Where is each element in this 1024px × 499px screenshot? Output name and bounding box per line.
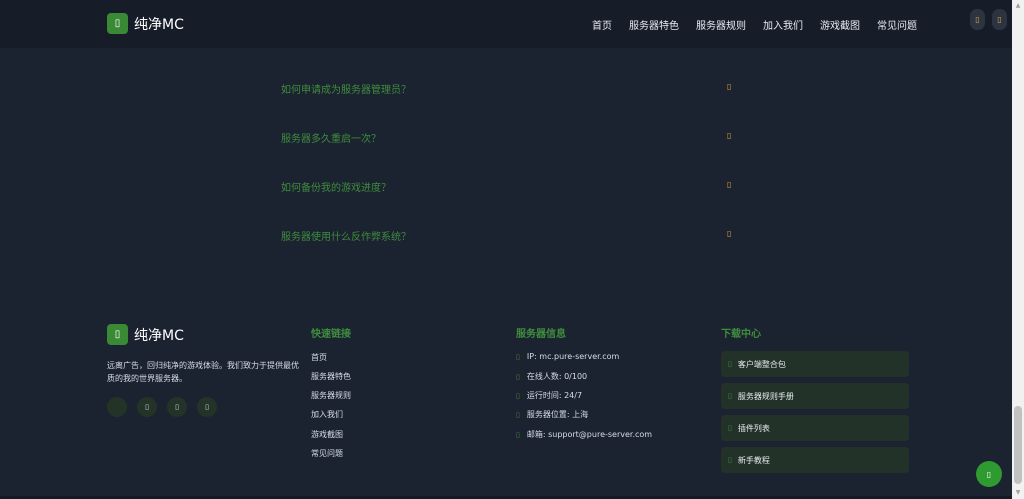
chevron-down-icon[interactable]: ▯ [727,82,731,91]
server-uptime: ▯ 运行时间: 24/7 [516,390,582,401]
faq-item[interactable]: 如何申请成为服务器管理员？ ▯ [281,81,736,97]
nav-faq[interactable]: 常见问题 [877,17,917,32]
wechat-icon[interactable]: ▯ [137,397,157,417]
book-icon: ▯ [728,392,732,400]
users-icon: ▯ [516,372,520,381]
footer-link-screenshots[interactable]: 游戏截图 [311,429,343,440]
footer-site-name: 纯净MC [134,327,184,344]
footer-link-join[interactable]: 加入我们 [311,409,343,420]
nav-features[interactable]: 服务器特色 [629,17,679,32]
server-location-text: 服务器位置: 上海 [526,410,589,419]
cube-icon: ▯ [107,13,128,34]
graduation-icon: ▯ [728,456,732,464]
server-icon: ▯ [516,352,520,361]
back-to-top-button[interactable]: ▯ [976,461,1002,487]
mail-icon: ▯ [516,430,520,439]
download-rules-button[interactable]: ▯ 服务器规则手册 [721,383,909,409]
nav-screenshots[interactable]: 游戏截图 [820,17,860,32]
server-location: ▯ 服务器位置: 上海 [516,409,588,420]
server-email: ▯ 邮箱: support@pure-server.com [516,429,652,440]
footer-description: 远离广告，回归纯净的游戏体验。我们致力于提供最优质的我的世界服务器。 [107,361,299,383]
bilibili-icon[interactable]: ▯ [197,397,217,417]
nav-rules[interactable]: 服务器规则 [696,17,746,32]
server-email-text: 邮箱: support@pure-server.com [526,430,653,439]
faq-question: 服务器多久重启一次？ [281,134,381,145]
nav-join[interactable]: 加入我们 [763,17,803,32]
puzzle-icon: ▯ [728,424,732,432]
server-ip: ▯ IP: mc.pure-server.com [516,352,619,361]
chevron-down-icon[interactable]: ▯ [727,229,731,238]
footer-link-rules[interactable]: 服务器规则 [311,390,351,401]
scrollbar-thumb[interactable] [1014,406,1022,484]
main-nav: 首页 服务器特色 服务器规则 加入我们 游戏截图 常见问题 [592,17,934,32]
download-label: 客户端整合包 [737,359,786,369]
location-icon: ▯ [516,410,520,419]
footer-link-features[interactable]: 服务器特色 [311,371,351,382]
discord-icon[interactable]: ▯ [167,397,187,417]
download-label: 插件列表 [737,423,770,433]
menu-button[interactable]: ▯ [992,9,1007,30]
scroll-up-arrow-icon[interactable]: ▲ [1014,2,1022,10]
download-icon: ▯ [728,360,732,368]
footer-link-home[interactable]: 首页 [311,352,327,363]
download-label: 服务器规则手册 [737,391,794,401]
faq-item[interactable]: 服务器使用什么反作弊系统？ ▯ [281,228,736,244]
download-client-button[interactable]: ▯ 客户端整合包 [721,351,909,377]
clock-icon: ▯ [516,391,520,400]
server-uptime-text: 运行时间: 24/7 [526,391,583,400]
site-header: ▯ 纯净MC 首页 服务器特色 服务器规则 加入我们 游戏截图 常见问题 ▯ ▯ [0,0,1012,48]
server-online: ▯ 在线人数: 0/100 [516,371,587,382]
quick-links-title: 快速链接 [311,329,351,340]
server-info-title: 服务器信息 [516,329,566,340]
footer-link-faq[interactable]: 常见问题 [311,448,343,459]
chevron-down-icon[interactable]: ▯ [727,131,731,140]
faq-question: 服务器使用什么反作弊系统？ [281,232,411,243]
chevron-down-icon[interactable]: ▯ [727,180,731,189]
download-label: 新手教程 [737,455,770,465]
qq-icon[interactable] [107,397,127,417]
scroll-down-arrow-icon[interactable]: ▼ [1014,489,1022,497]
server-ip-text: IP: mc.pure-server.com [526,352,620,361]
cube-icon: ▯ [107,324,128,345]
faq-item[interactable]: 如何备份我的游戏进度？ ▯ [281,179,736,195]
site-logo[interactable]: ▯ 纯净MC [107,13,184,34]
theme-toggle-button[interactable]: ▯ [970,9,985,30]
faq-item[interactable]: 服务器多久重启一次？ ▯ [281,130,736,146]
faq-question: 如何备份我的游戏进度？ [281,183,391,194]
faq-question: 如何申请成为服务器管理员？ [281,85,411,96]
footer-logo[interactable]: ▯ 纯净MC [107,324,184,345]
download-plugins-button[interactable]: ▯ 插件列表 [721,415,909,441]
server-online-text: 在线人数: 0/100 [526,372,588,381]
page-scrollbar[interactable]: ▲ ▼ [1012,0,1024,499]
nav-home[interactable]: 首页 [592,17,612,32]
download-title: 下载中心 [721,329,761,340]
download-tutorial-button[interactable]: ▯ 新手教程 [721,447,909,473]
site-name: 纯净MC [134,16,184,33]
